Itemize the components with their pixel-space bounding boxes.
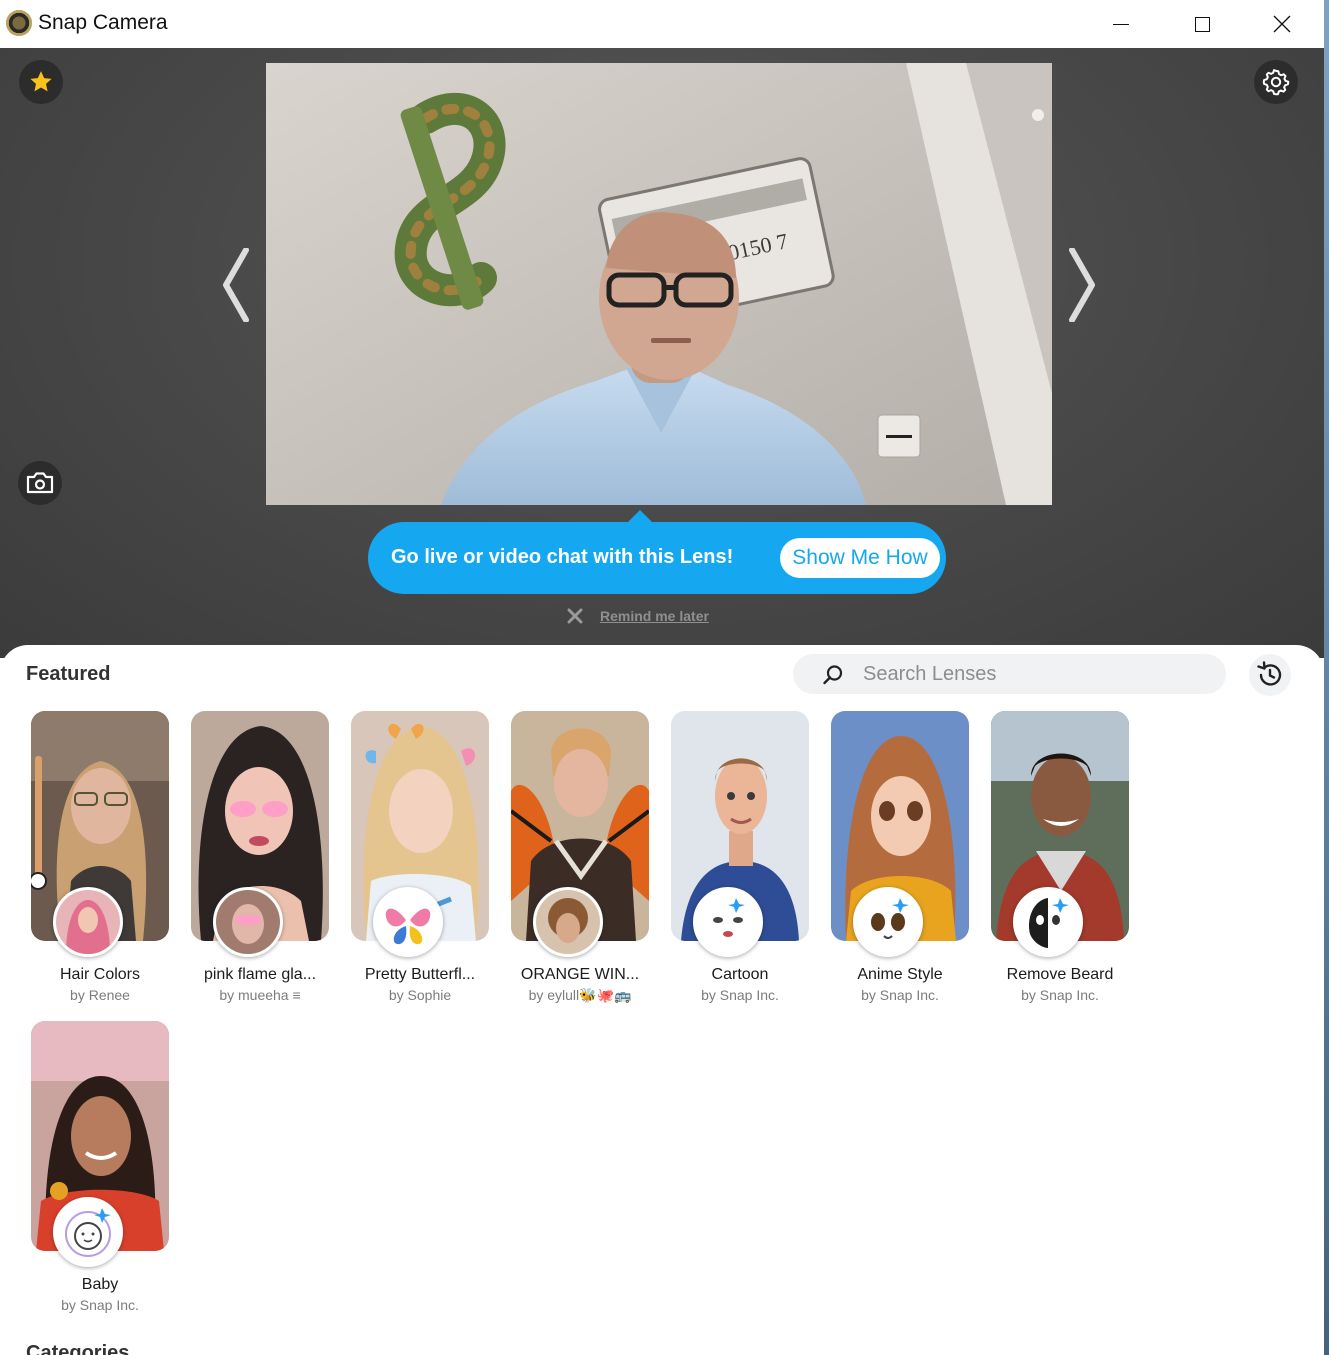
lens-creator-avatar — [853, 887, 923, 957]
lens-creator-avatar — [533, 887, 603, 957]
lens-creator-avatar — [1013, 887, 1083, 957]
remind-me-later-link[interactable]: Remind me later — [566, 606, 709, 626]
next-lens-button[interactable] — [1068, 248, 1098, 322]
lens-card[interactable]: Anime Style by Snap Inc. — [820, 711, 980, 1011]
lens-author: by mueeha ≡ — [219, 987, 301, 1003]
lens-creator-avatar — [693, 887, 763, 957]
search-bar — [793, 654, 1226, 694]
lens-creator-avatar — [213, 887, 283, 957]
search-icon — [823, 665, 843, 685]
app-logo-icon — [6, 10, 32, 36]
previous-lens-button[interactable] — [220, 248, 250, 322]
snapshot-button[interactable] — [18, 461, 62, 505]
gear-icon — [1262, 69, 1290, 96]
lens-card[interactable]: Remove Beard by Snap Inc. — [980, 711, 1140, 1011]
lens-author: by Sophie — [388, 987, 452, 1003]
title-bar: Snap Camera — [0, 0, 1329, 48]
star-icon — [30, 71, 52, 92]
featured-heading: Featured — [26, 663, 111, 685]
lens-creator-avatar — [53, 1197, 123, 1267]
lens-creator-avatar — [53, 887, 123, 957]
lens-name: Anime Style — [857, 966, 943, 983]
promo-message: Go live or video chat with this Lens! — [391, 546, 734, 568]
camera-feed-image: 0150 7 — [266, 63, 1052, 505]
lens-name: ORANGE WIN... — [520, 966, 640, 983]
lens-card[interactable]: pink flame gla... by mueeha ≡ — [180, 711, 340, 1011]
lens-card[interactable]: Baby by Snap Inc. — [20, 1021, 180, 1321]
close-button[interactable] — [1242, 0, 1322, 48]
promo-banner: Go live or video chat with this Lens! Sh… — [368, 522, 946, 594]
lens-author: by Snap Inc. — [861, 987, 939, 1003]
lens-name: Baby — [81, 1276, 119, 1293]
show-me-how-button[interactable]: Show Me How — [780, 538, 940, 578]
lens-creator-avatar — [373, 887, 443, 957]
lens-card[interactable]: ORANGE WIN... by eylull🐝🐙🚌 — [500, 711, 660, 1011]
lens-card[interactable]: Cartoon by Snap Inc. — [660, 711, 820, 1011]
minimize-icon — [1113, 23, 1129, 25]
lens-author: by eylull🐝🐙🚌 — [528, 987, 632, 1003]
desktop-edge — [1324, 0, 1329, 1355]
categories-heading: Categories — [26, 1342, 130, 1355]
lens-name: Remove Beard — [1006, 966, 1114, 983]
close-icon — [1273, 15, 1291, 33]
lens-name: Pretty Butterfl... — [364, 966, 476, 983]
lens-browser-panel: Featured Search Lenses Hair Colors by Re… — [0, 645, 1324, 1355]
maximize-button[interactable] — [1162, 0, 1242, 48]
lens-author: by Snap Inc. — [61, 1297, 139, 1313]
camera-preview: 0150 7 — [266, 63, 1052, 505]
maximize-icon — [1194, 16, 1210, 32]
lens-name: Hair Colors — [59, 966, 140, 983]
favorites-button[interactable] — [19, 60, 63, 104]
remind-me-later-label: Remind me later — [600, 608, 709, 624]
lens-author: by Snap Inc. — [1021, 987, 1099, 1003]
lens-author: by Renee — [70, 987, 130, 1003]
history-button[interactable] — [1249, 654, 1291, 696]
history-icon — [1257, 661, 1282, 686]
lens-name: pink flame gla... — [203, 966, 317, 983]
window-title: Snap Camera — [38, 11, 168, 34]
lens-card[interactable]: Pretty Butterfl... by Sophie — [340, 711, 500, 1011]
lens-name: Cartoon — [711, 966, 769, 983]
lens-author: by Snap Inc. — [701, 987, 779, 1003]
minimize-button[interactable] — [1081, 0, 1161, 48]
camera-icon — [26, 472, 54, 494]
close-icon — [567, 608, 583, 624]
lens-card[interactable]: Hair Colors by Renee — [20, 711, 180, 1011]
settings-button[interactable] — [1254, 60, 1298, 104]
search-input[interactable] — [863, 654, 1203, 694]
